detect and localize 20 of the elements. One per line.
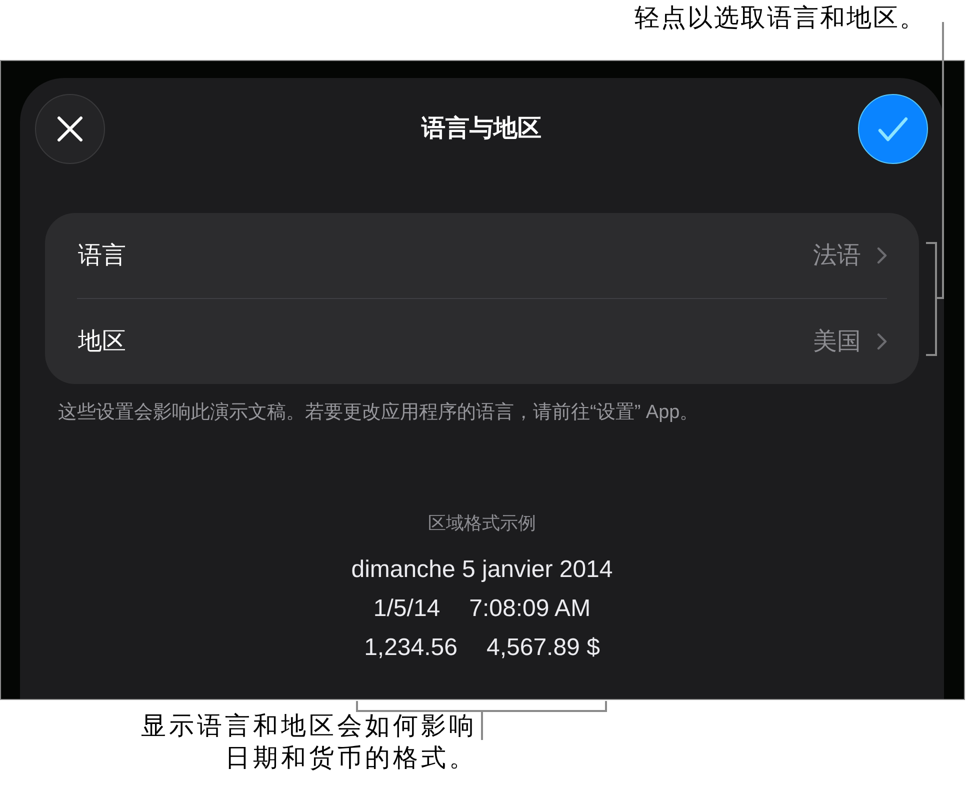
settings-note: 这些设置会影响此演示文稿。若要更改应用程序的语言，请前往“设置” App。: [57, 401, 700, 425]
format-example-text: 1/5/14: [373, 594, 440, 624]
format-example-text: 4,567.89 $: [486, 632, 600, 662]
format-example-text: 1,234.56: [364, 632, 458, 662]
format-example-text: 7:08:09 AM: [469, 594, 591, 624]
format-example-heading: 区域格式示例: [428, 512, 536, 535]
settings-row[interactable]: 地区 美国: [45, 299, 919, 384]
checkmark-icon: [878, 116, 908, 142]
callout-text: 轻点以选取语言和地区。: [634, 3, 926, 33]
sheet-title: 语言与地区: [422, 114, 542, 144]
setting-value: 美国: [813, 326, 861, 356]
setting-label: 语言: [78, 240, 126, 270]
format-example-text: dimanche 5 janvier 2014: [351, 554, 613, 584]
callout-text: 显示语言和地区会如何影响日期和货币的格式。: [140, 711, 477, 774]
chevron-icon: [877, 333, 887, 350]
setting-value: 法语: [813, 240, 861, 270]
setting-label: 地区: [78, 326, 126, 356]
chevron-icon: [877, 247, 887, 264]
settings-row[interactable]: 语言 法语: [45, 213, 919, 298]
close-icon: [57, 116, 83, 142]
